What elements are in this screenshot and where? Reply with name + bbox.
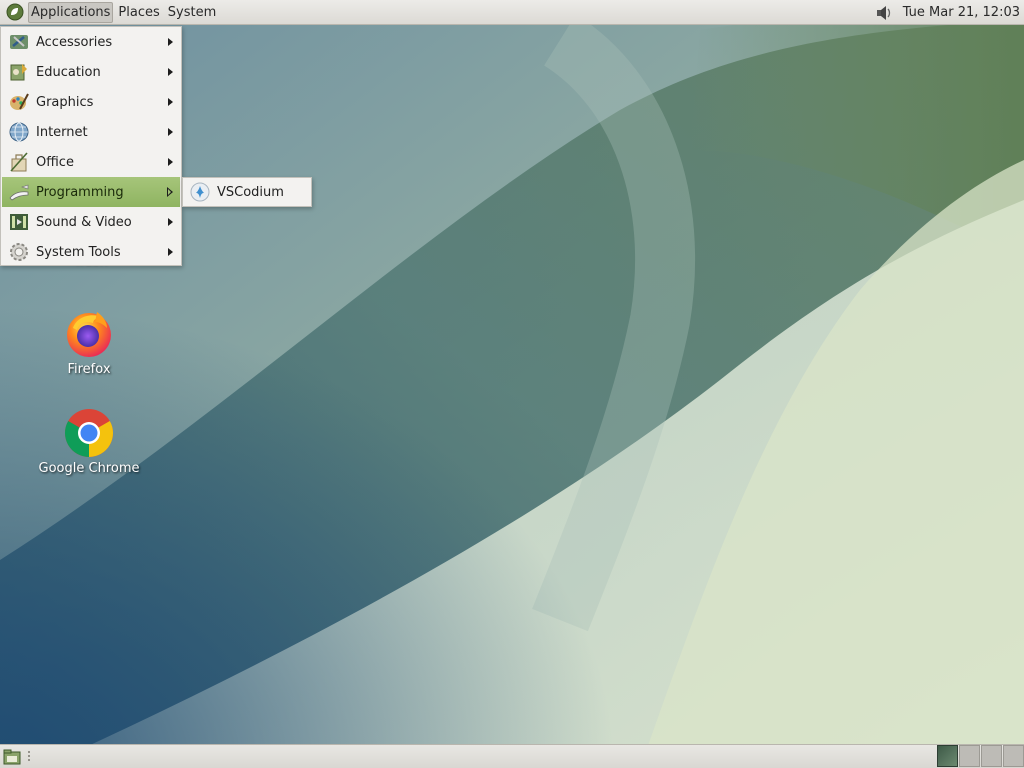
applications-dropdown: Accessories Education Graphics Internet … <box>0 26 182 266</box>
workspace-switcher <box>936 745 1024 768</box>
clock[interactable]: Tue Mar 21, 12:03 <box>903 5 1020 20</box>
speaker-icon[interactable] <box>873 2 895 24</box>
menu-label: VSCodium <box>217 184 284 200</box>
mate-logo-icon[interactable] <box>5 2 25 22</box>
menu-item-vscodium[interactable]: VSCodium <box>183 178 311 206</box>
firefox-icon <box>67 312 111 357</box>
system-tools-gear-icon <box>8 241 30 263</box>
menu-item-graphics[interactable]: Graphics <box>2 87 180 117</box>
menu-item-sound-video[interactable]: Sound & Video <box>2 207 180 237</box>
graphics-icon <box>8 91 30 113</box>
submenu-arrow-icon <box>168 158 173 166</box>
menu-item-education[interactable]: Education <box>2 57 180 87</box>
menu-label: Sound & Video <box>36 214 132 230</box>
accessories-icon <box>8 31 30 53</box>
office-icon <box>8 151 30 173</box>
desktop[interactable]: Applications Places System Tue Mar 21, 1… <box>0 0 1024 768</box>
menu-label: Accessories <box>36 34 113 50</box>
menu-label: Internet <box>36 124 88 140</box>
menu-item-system-tools[interactable]: System Tools <box>2 237 180 267</box>
menu-label: Office <box>36 154 74 170</box>
workspace-3[interactable] <box>981 745 1002 767</box>
system-menu[interactable]: System <box>165 2 219 23</box>
submenu-arrow-icon <box>168 218 173 226</box>
workspace-4[interactable] <box>1003 745 1024 767</box>
submenu-arrow-icon <box>168 38 173 46</box>
menu-item-internet[interactable]: Internet <box>2 117 180 147</box>
sound-video-icon <box>8 211 30 233</box>
applications-menu[interactable]: Applications <box>28 1 114 23</box>
places-menu[interactable]: Places <box>115 2 162 23</box>
workspace-2[interactable] <box>959 745 980 767</box>
workspace-1[interactable] <box>937 745 958 767</box>
chrome-label: Google Chrome <box>38 461 140 476</box>
submenu-arrow-icon <box>168 128 173 136</box>
desktop-icon-firefox[interactable]: Firefox <box>34 308 144 377</box>
programming-icon <box>8 181 30 203</box>
programming-submenu: VSCodium <box>182 177 312 207</box>
menu-label: Education <box>36 64 101 80</box>
top-panel: Applications Places System Tue Mar 21, 1… <box>0 0 1024 25</box>
desktop-icon-chrome[interactable]: Google Chrome <box>34 407 144 476</box>
submenu-arrow-icon <box>168 248 173 256</box>
show-desktop-icon[interactable] <box>2 747 22 766</box>
submenu-arrow-icon <box>167 187 173 197</box>
panel-drag-handle[interactable] <box>27 750 31 762</box>
menu-label: Graphics <box>36 94 94 110</box>
vscodium-icon <box>189 181 211 203</box>
submenu-arrow-icon <box>168 98 173 106</box>
education-icon <box>8 61 30 83</box>
menu-label: Programming <box>36 184 124 200</box>
firefox-label: Firefox <box>67 362 111 377</box>
menu-item-programming[interactable]: Programming <box>2 177 180 207</box>
chrome-icon <box>64 409 114 457</box>
menu-item-office[interactable]: Office <box>2 147 180 177</box>
bottom-panel <box>0 744 1024 768</box>
menu-item-accessories[interactable]: Accessories <box>2 27 180 57</box>
menu-label: System Tools <box>36 244 121 260</box>
internet-globe-icon <box>8 121 30 143</box>
submenu-arrow-icon <box>168 68 173 76</box>
